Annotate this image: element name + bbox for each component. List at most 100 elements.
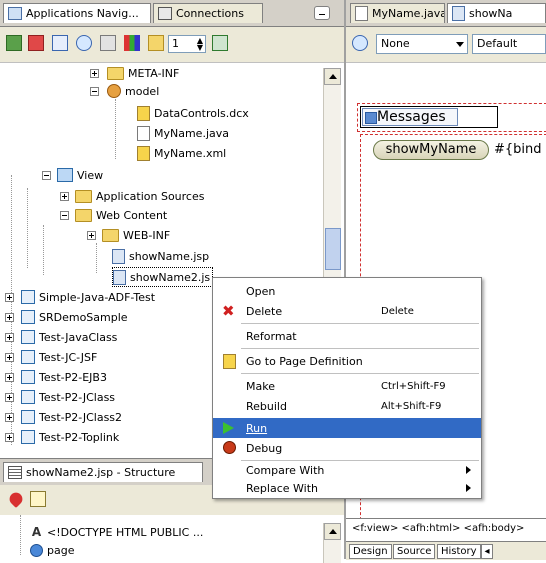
tree-node-application-sources[interactable]: Application Sources xyxy=(60,187,204,205)
menu-item-make[interactable]: Make Ctrl+Shift-F9 xyxy=(213,376,481,396)
menu-item-compare-with[interactable]: Compare With xyxy=(213,460,481,480)
submenu-arrow-icon xyxy=(466,466,471,474)
tree-node-project[interactable]: Test-P2-Toplink xyxy=(5,428,119,446)
editor-tab-bar: MyName.java showNa xyxy=(346,0,546,27)
project-icon xyxy=(21,290,35,304)
tree-node-project[interactable]: Simple-Java-ADF-Test xyxy=(5,288,155,306)
new-view-icon[interactable] xyxy=(30,491,46,507)
scroll-left-icon[interactable]: ◂ xyxy=(481,544,493,559)
node-label: model xyxy=(125,84,160,98)
node-label: SRDemoSample xyxy=(39,310,128,324)
tree-node-meta-inf[interactable]: META-INF xyxy=(90,64,179,82)
tree-node-project[interactable]: Test-P2-JClass xyxy=(5,388,115,406)
menu-item-reformat[interactable]: Reformat xyxy=(213,326,481,346)
tab-source[interactable]: Source xyxy=(393,544,436,559)
menu-label: Open xyxy=(246,284,276,298)
tree-node-web-inf[interactable]: WEB-INF xyxy=(87,226,170,244)
css-select[interactable]: None xyxy=(376,34,468,54)
project-icon xyxy=(21,350,35,364)
expand-icon[interactable] xyxy=(5,312,14,322)
tree-node-model[interactable]: model xyxy=(90,82,159,100)
refresh-icon[interactable] xyxy=(352,35,368,51)
messages-component[interactable]: Messages xyxy=(360,106,498,128)
expand-icon[interactable] xyxy=(5,332,14,342)
java-file-icon xyxy=(355,6,368,21)
menu-item-replace-with[interactable]: Replace With xyxy=(213,478,481,498)
refresh-icon[interactable] xyxy=(76,35,92,51)
tab-history[interactable]: History xyxy=(437,544,481,559)
menu-item-goto-page-definition[interactable]: Go to Page Definition xyxy=(213,351,481,371)
tree-node-project[interactable]: SRDemoSample xyxy=(5,308,128,326)
properties-icon[interactable] xyxy=(100,35,116,51)
pin-icon[interactable] xyxy=(6,489,26,509)
breadcrumb[interactable]: <f:view> <afh:html> <afh:body> xyxy=(346,518,546,540)
tree-node-myname-java[interactable]: MyName.java xyxy=(137,124,229,142)
node-label: page xyxy=(47,543,75,557)
tab-applications-navigator[interactable]: Applications Navig... xyxy=(3,3,151,23)
expand-icon[interactable] xyxy=(60,191,69,201)
scroll-up-icon[interactable] xyxy=(324,68,341,85)
structure-item-page[interactable]: page xyxy=(30,541,74,559)
tab-myname-java[interactable]: MyName.java xyxy=(350,3,445,23)
search-icon[interactable] xyxy=(52,35,68,51)
menu-label: Debug xyxy=(246,441,283,455)
menu-label: Reformat xyxy=(246,329,297,343)
expand-icon[interactable] xyxy=(90,68,99,78)
sort-icon[interactable] xyxy=(212,35,228,51)
tree-node-view[interactable]: View xyxy=(42,166,103,184)
tree-node-myname-xml[interactable]: MyName.xml xyxy=(137,144,226,162)
tree-node-showname2-jsp[interactable]: showName2.js xyxy=(112,267,214,287)
collapse-icon[interactable] xyxy=(42,170,51,180)
menu-item-debug[interactable]: Debug xyxy=(213,438,481,458)
tree-node-project[interactable]: Test-P2-JClass2 xyxy=(5,408,122,426)
collapse-icon[interactable] xyxy=(60,210,69,220)
tab-showname[interactable]: showNa xyxy=(447,3,546,23)
tab-design[interactable]: Design xyxy=(349,544,392,559)
page-icon xyxy=(30,543,43,557)
expand-icon[interactable] xyxy=(5,352,14,362)
tab-connections[interactable]: Connections xyxy=(153,3,263,23)
tree-node-web-content[interactable]: Web Content xyxy=(60,206,167,224)
menu-label: Compare With xyxy=(246,463,325,477)
tree-node-project[interactable]: Test-JC-JSF xyxy=(5,348,97,366)
chart-icon[interactable] xyxy=(124,35,140,51)
tab-label: showNa xyxy=(469,7,513,20)
menu-item-delete[interactable]: ✖ Delete Delete xyxy=(213,301,481,321)
showmyname-button[interactable]: showMyName xyxy=(373,140,489,160)
tree-node-project[interactable]: Test-P2-EJB3 xyxy=(5,368,107,386)
collapse-icon[interactable] xyxy=(90,86,99,96)
tree-node-datacontrols[interactable]: DataControls.dcx xyxy=(137,104,249,122)
menu-item-open[interactable]: Open xyxy=(213,281,481,301)
navigator-toolbar: 1 ▲ ▼ xyxy=(0,27,344,63)
style-select[interactable]: Default xyxy=(472,34,546,54)
expand-icon[interactable] xyxy=(87,230,96,240)
menu-item-rebuild[interactable]: Rebuild Alt+Shift-F9 xyxy=(213,396,481,416)
scrollbar-thumb[interactable] xyxy=(325,228,341,270)
tree-node-showname-jsp[interactable]: showName.jsp xyxy=(112,247,209,265)
spinner-arrows-icon[interactable]: ▲ ▼ xyxy=(197,37,203,52)
expand-icon[interactable] xyxy=(5,412,14,422)
scroll-up-icon[interactable] xyxy=(324,523,341,540)
new-icon[interactable] xyxy=(6,35,22,51)
project-icon xyxy=(21,370,35,384)
expand-icon[interactable] xyxy=(5,432,14,442)
applications-icon xyxy=(8,7,22,20)
structure-scrollbar[interactable] xyxy=(323,523,341,563)
menu-item-run[interactable]: Run xyxy=(213,418,481,438)
node-label: Test-JavaClass xyxy=(39,330,118,344)
expand-icon[interactable] xyxy=(5,392,14,402)
structure-item-doctype[interactable]: A <!DOCTYPE HTML PUBLIC ... xyxy=(30,523,204,541)
expand-icon[interactable] xyxy=(5,292,14,302)
menu-label: Run xyxy=(246,421,268,435)
messages-text: Messages xyxy=(377,109,446,125)
tree-node-project[interactable]: Test-JavaClass xyxy=(5,328,117,346)
minimize-button[interactable] xyxy=(314,6,330,20)
expand-icon[interactable] xyxy=(5,372,14,382)
remove-icon[interactable] xyxy=(28,35,44,51)
level-spinner[interactable]: 1 ▲ ▼ xyxy=(168,35,206,53)
output-text[interactable]: #{bind xyxy=(494,142,542,157)
folder-icon[interactable] xyxy=(148,35,164,51)
menu-shortcut: Alt+Shift-F9 xyxy=(381,400,442,412)
chevron-down-icon[interactable] xyxy=(456,42,464,47)
tab-structure[interactable]: showName2.jsp - Structure xyxy=(3,462,203,482)
